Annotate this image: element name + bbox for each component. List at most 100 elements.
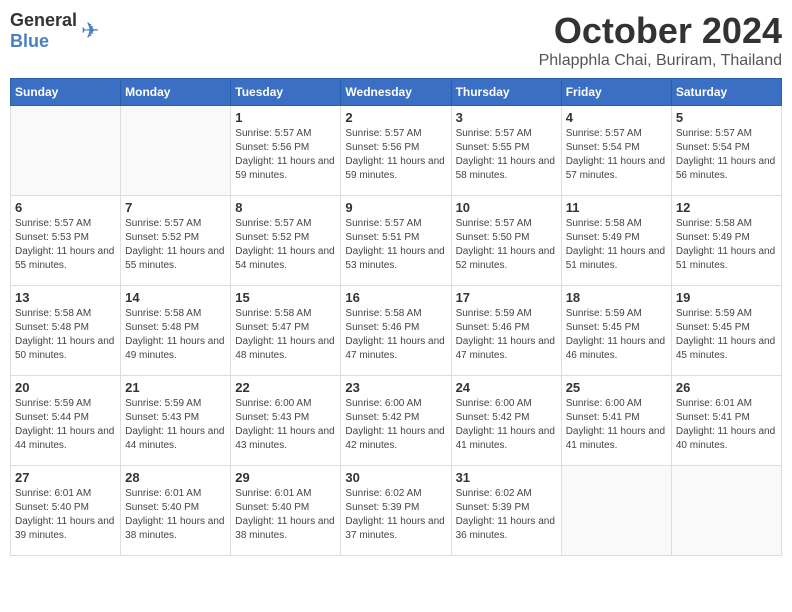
- calendar-cell: 12 Sunrise: 5:58 AMSunset: 5:49 PMDayligh…: [671, 196, 781, 286]
- day-number: 25: [566, 380, 667, 395]
- calendar-cell: 8 Sunrise: 5:57 AMSunset: 5:52 PMDaylight…: [231, 196, 341, 286]
- day-info: Sunrise: 5:58 AMSunset: 5:49 PMDaylight:…: [566, 217, 667, 273]
- calendar-cell: 27Sunrise: 6:01 AMSunset: 5:40 PMDayligh…: [11, 466, 121, 556]
- calendar-cell: 18 Sunrise: 5:59 AMSunset: 5:45 PMDayligh…: [561, 286, 671, 376]
- day-info: Sunrise: 5:59 AMSunset: 5:46 PMDaylight:…: [456, 307, 557, 363]
- day-number: 11: [566, 200, 667, 215]
- location-title: Phlapphla Chai, Buriram, Thailand: [539, 52, 782, 70]
- day-info: Sunrise: 5:58 AMSunset: 5:47 PMDaylight:…: [235, 307, 336, 363]
- calendar-cell: 22 Sunrise: 6:00 AMSunset: 5:43 PMDayligh…: [231, 376, 341, 466]
- calendar-header-row: SundayMondayTuesdayWednesdayThursdayFrid…: [11, 79, 782, 106]
- day-info: Sunrise: 6:00 AMSunset: 5:43 PMDaylight:…: [235, 397, 336, 453]
- weekday-header: Monday: [121, 79, 231, 106]
- day-number: 5: [676, 110, 777, 125]
- calendar-cell: [121, 106, 231, 196]
- day-info: Sunrise: 5:59 AMSunset: 5:45 PMDaylight:…: [566, 307, 667, 363]
- day-number: 23: [345, 380, 446, 395]
- day-number: 20: [15, 380, 116, 395]
- calendar-cell: 13 Sunrise: 5:58 AMSunset: 5:48 PMDayligh…: [11, 286, 121, 376]
- day-info: Sunrise: 5:57 AMSunset: 5:51 PMDaylight:…: [345, 217, 446, 273]
- logo-blue: Blue: [10, 31, 49, 51]
- calendar-cell: 2 Sunrise: 5:57 AMSunset: 5:56 PMDaylight…: [341, 106, 451, 196]
- day-number: 8: [235, 200, 336, 215]
- day-number: 10: [456, 200, 557, 215]
- day-info: Sunrise: 5:57 AMSunset: 5:56 PMDaylight:…: [345, 127, 446, 183]
- weekday-header: Tuesday: [231, 79, 341, 106]
- title-block: October 2024 Phlapphla Chai, Buriram, Th…: [539, 10, 782, 70]
- calendar-cell: 5 Sunrise: 5:57 AMSunset: 5:54 PMDaylight…: [671, 106, 781, 196]
- day-info: Sunrise: 5:58 AMSunset: 5:48 PMDaylight:…: [125, 307, 226, 363]
- calendar-cell: 16Sunrise: 5:58 AMSunset: 5:46 PMDayligh…: [341, 286, 451, 376]
- calendar-week-row: 13 Sunrise: 5:58 AMSunset: 5:48 PMDayligh…: [11, 286, 782, 376]
- logo: General Blue ✈: [10, 10, 99, 52]
- calendar-cell: 4Sunrise: 5:57 AMSunset: 5:54 PMDaylight…: [561, 106, 671, 196]
- calendar-cell: 29Sunrise: 6:01 AMSunset: 5:40 PMDayligh…: [231, 466, 341, 556]
- day-info: Sunrise: 5:58 AMSunset: 5:46 PMDaylight:…: [345, 307, 446, 363]
- day-number: 2: [345, 110, 446, 125]
- day-number: 9: [345, 200, 446, 215]
- day-number: 17: [456, 290, 557, 305]
- weekday-header: Friday: [561, 79, 671, 106]
- calendar-cell: 30Sunrise: 6:02 AMSunset: 5:39 PMDayligh…: [341, 466, 451, 556]
- calendar-week-row: 27 Sunrise: 6:01 AMSunset: 5:40 PMDayligh…: [11, 466, 782, 556]
- day-info: Sunrise: 6:01 AMSunset: 5:40 PMDaylight:…: [235, 487, 336, 543]
- day-info: Sunrise: 5:59 AMSunset: 5:43 PMDaylight:…: [125, 397, 226, 453]
- calendar-cell: 20 Sunrise: 5:59 AMSunset: 5:44 PMDayligh…: [11, 376, 121, 466]
- day-number: 26: [676, 380, 777, 395]
- calendar-cell: 23Sunrise: 6:00 AMSunset: 5:42 PMDayligh…: [341, 376, 451, 466]
- calendar-cell: 21Sunrise: 5:59 AMSunset: 5:43 PMDayligh…: [121, 376, 231, 466]
- day-info: Sunrise: 5:57 AMSunset: 5:50 PMDaylight:…: [456, 217, 557, 273]
- calendar-cell: 15 Sunrise: 5:58 AMSunset: 5:47 PMDayligh…: [231, 286, 341, 376]
- day-number: 19: [676, 290, 777, 305]
- day-number: 12: [676, 200, 777, 215]
- day-info: Sunrise: 6:01 AMSunset: 5:41 PMDaylight:…: [676, 397, 777, 453]
- day-info: Sunrise: 5:57 AMSunset: 5:54 PMDaylight:…: [676, 127, 777, 183]
- day-number: 15: [235, 290, 336, 305]
- calendar-cell: 11 Sunrise: 5:58 AMSunset: 5:49 PMDayligh…: [561, 196, 671, 286]
- day-info: Sunrise: 6:00 AMSunset: 5:41 PMDaylight:…: [566, 397, 667, 453]
- day-number: 31: [456, 470, 557, 485]
- day-number: 24: [456, 380, 557, 395]
- day-number: 7: [125, 200, 226, 215]
- calendar-cell: [671, 466, 781, 556]
- calendar-cell: [11, 106, 121, 196]
- month-title: October 2024: [539, 10, 782, 52]
- logo-bird-icon: ✈: [81, 18, 99, 44]
- day-info: Sunrise: 5:57 AMSunset: 5:52 PMDaylight:…: [235, 217, 336, 273]
- calendar-table: SundayMondayTuesdayWednesdayThursdayFrid…: [10, 78, 782, 556]
- day-number: 22: [235, 380, 336, 395]
- day-info: Sunrise: 6:01 AMSunset: 5:40 PMDaylight:…: [125, 487, 226, 543]
- day-info: Sunrise: 6:00 AMSunset: 5:42 PMDaylight:…: [456, 397, 557, 453]
- day-number: 13: [15, 290, 116, 305]
- calendar-cell: 28 Sunrise: 6:01 AMSunset: 5:40 PMDayligh…: [121, 466, 231, 556]
- day-info: Sunrise: 5:59 AMSunset: 5:44 PMDaylight:…: [15, 397, 116, 453]
- day-info: Sunrise: 5:58 AMSunset: 5:49 PMDaylight:…: [676, 217, 777, 273]
- calendar-cell: 10 Sunrise: 5:57 AMSunset: 5:50 PMDayligh…: [451, 196, 561, 286]
- weekday-header: Saturday: [671, 79, 781, 106]
- day-number: 14: [125, 290, 226, 305]
- day-info: Sunrise: 5:57 AMSunset: 5:56 PMDaylight:…: [235, 127, 336, 183]
- calendar-cell: 24 Sunrise: 6:00 AMSunset: 5:42 PMDayligh…: [451, 376, 561, 466]
- calendar-cell: [561, 466, 671, 556]
- calendar-cell: 1 Sunrise: 5:57 AMSunset: 5:56 PMDaylight…: [231, 106, 341, 196]
- calendar-cell: 17 Sunrise: 5:59 AMSunset: 5:46 PMDayligh…: [451, 286, 561, 376]
- calendar-cell: 25 Sunrise: 6:00 AMSunset: 5:41 PMDayligh…: [561, 376, 671, 466]
- calendar-week-row: 6Sunrise: 5:57 AMSunset: 5:53 PMDaylight…: [11, 196, 782, 286]
- day-number: 27: [15, 470, 116, 485]
- day-info: Sunrise: 6:02 AMSunset: 5:39 PMDaylight:…: [345, 487, 446, 543]
- day-number: 18: [566, 290, 667, 305]
- day-info: Sunrise: 5:58 AMSunset: 5:48 PMDaylight:…: [15, 307, 116, 363]
- calendar-cell: 19 Sunrise: 5:59 AMSunset: 5:45 PMDayligh…: [671, 286, 781, 376]
- day-number: 28: [125, 470, 226, 485]
- weekday-header: Thursday: [451, 79, 561, 106]
- calendar-week-row: 20 Sunrise: 5:59 AMSunset: 5:44 PMDayligh…: [11, 376, 782, 466]
- calendar-cell: 7Sunrise: 5:57 AMSunset: 5:52 PMDaylight…: [121, 196, 231, 286]
- page-header: General Blue ✈ October 2024 Phlapphla Ch…: [10, 10, 782, 70]
- day-info: Sunrise: 6:02 AMSunset: 5:39 PMDaylight:…: [456, 487, 557, 543]
- day-info: Sunrise: 5:57 AMSunset: 5:55 PMDaylight:…: [456, 127, 557, 183]
- day-info: Sunrise: 5:59 AMSunset: 5:45 PMDaylight:…: [676, 307, 777, 363]
- calendar-cell: 6Sunrise: 5:57 AMSunset: 5:53 PMDaylight…: [11, 196, 121, 286]
- day-number: 1: [235, 110, 336, 125]
- calendar-cell: 9 Sunrise: 5:57 AMSunset: 5:51 PMDaylight…: [341, 196, 451, 286]
- calendar-week-row: 1 Sunrise: 5:57 AMSunset: 5:56 PMDaylight…: [11, 106, 782, 196]
